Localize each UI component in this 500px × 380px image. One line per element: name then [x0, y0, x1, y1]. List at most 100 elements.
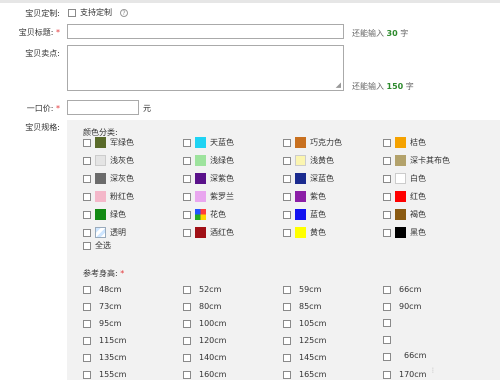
size-option[interactable]: 85cm: [283, 302, 321, 311]
size-checkbox[interactable]: [183, 353, 191, 362]
color-option[interactable]: 浅灰色: [83, 155, 134, 166]
color-checkbox[interactable]: [283, 138, 291, 147]
size-option[interactable]: 160cm: [183, 370, 226, 379]
size-checkbox[interactable]: [283, 353, 291, 362]
size-checkbox[interactable]: [83, 336, 91, 345]
color-option[interactable]: 深蓝色: [283, 173, 334, 184]
size-checkbox[interactable]: [83, 319, 91, 328]
color-checkbox[interactable]: [83, 210, 91, 219]
color-checkbox[interactable]: [383, 156, 391, 165]
size-checkbox[interactable]: [183, 370, 191, 379]
size-checkbox[interactable]: [83, 302, 91, 311]
color-checkbox[interactable]: [283, 228, 291, 237]
size-option[interactable]: 165cm: [283, 370, 326, 379]
size-checkbox[interactable]: [183, 336, 191, 345]
size-checkbox[interactable]: [183, 302, 191, 311]
size-checkbox[interactable]: [283, 319, 291, 328]
color-option[interactable]: 紫罗兰: [183, 191, 234, 202]
color-option[interactable]: 深卡其布色: [383, 155, 450, 166]
size-checkbox[interactable]: [383, 285, 391, 294]
size-option[interactable]: 66cm: [383, 285, 421, 294]
color-checkbox[interactable]: [83, 228, 91, 237]
resize-grip-icon[interactable]: ◢: [336, 81, 341, 89]
size-checkbox[interactable]: [383, 370, 391, 379]
color-option[interactable]: 酒红色: [183, 227, 234, 238]
color-checkbox[interactable]: [83, 192, 91, 201]
color-option[interactable]: 黄色: [283, 227, 326, 238]
size-option[interactable]: 48cm: [83, 285, 121, 294]
size-option[interactable]: 80cm: [183, 302, 221, 311]
color-checkbox[interactable]: [183, 192, 191, 201]
question-circle-icon[interactable]: ?: [120, 8, 128, 17]
size-checkbox[interactable]: [383, 302, 391, 311]
size-option[interactable]: 105cm: [283, 319, 326, 328]
size-checkbox[interactable]: [283, 302, 291, 311]
title-input[interactable]: [67, 24, 344, 39]
size-option[interactable]: 155cm: [83, 370, 126, 379]
size-checkbox[interactable]: [283, 285, 291, 294]
color-option[interactable]: 桔色: [383, 137, 426, 148]
color-option[interactable]: 白色: [383, 173, 426, 184]
size-checkbox[interactable]: [383, 336, 391, 344]
size-option[interactable]: 73cm: [83, 302, 121, 311]
size-option[interactable]: 145cm: [283, 353, 326, 362]
size-option[interactable]: 115cm: [83, 336, 126, 345]
color-checkbox[interactable]: [183, 228, 191, 237]
color-option[interactable]: 透明: [83, 227, 126, 238]
price-input[interactable]: [67, 100, 139, 115]
size-option[interactable]: 135cm: [83, 353, 126, 362]
color-checkbox[interactable]: [383, 210, 391, 219]
size-checkbox[interactable]: [83, 285, 91, 294]
color-checkbox[interactable]: [283, 192, 291, 201]
color-option[interactable]: 浅黄色: [283, 155, 334, 166]
color-option[interactable]: 浅绿色: [183, 155, 234, 166]
size-option[interactable]: 95cm: [83, 319, 121, 328]
color-checkbox[interactable]: [83, 138, 91, 147]
color-option[interactable]: 紫色: [283, 191, 326, 202]
size-option-extra[interactable]: 66cm: [404, 351, 426, 360]
color-checkbox[interactable]: [183, 174, 191, 183]
size-checkbox[interactable]: [283, 336, 291, 345]
color-option[interactable]: 绿色: [83, 209, 126, 220]
color-checkbox[interactable]: [283, 210, 291, 219]
color-checkbox[interactable]: [183, 210, 191, 219]
color-option[interactable]: 军绿色: [83, 137, 134, 148]
custom-checkbox[interactable]: [68, 8, 76, 17]
size-option[interactable]: 59cm: [283, 285, 321, 294]
color-checkbox[interactable]: [283, 156, 291, 165]
color-checkbox[interactable]: [383, 138, 391, 147]
size-checkbox[interactable]: [183, 319, 191, 328]
color-checkbox[interactable]: [283, 174, 291, 183]
color-option[interactable]: 黑色: [383, 227, 426, 238]
select-all-option[interactable]: 全选: [83, 240, 111, 251]
size-option[interactable]: 100cm: [183, 319, 226, 328]
color-option[interactable]: 深灰色: [83, 173, 134, 184]
color-checkbox[interactable]: [83, 156, 91, 165]
color-checkbox[interactable]: [383, 174, 391, 183]
color-option[interactable]: 蓝色: [283, 209, 326, 220]
size-checkbox[interactable]: [83, 353, 91, 362]
size-checkbox[interactable]: [383, 353, 391, 361]
color-checkbox[interactable]: [183, 156, 191, 165]
color-option[interactable]: 天蓝色: [183, 137, 234, 148]
selling-textarea[interactable]: ◢: [67, 45, 344, 91]
size-checkbox[interactable]: [183, 285, 191, 294]
size-checkbox[interactable]: [283, 370, 291, 379]
size-option[interactable]: 120cm: [183, 336, 226, 345]
size-checkbox[interactable]: [383, 319, 391, 327]
color-option[interactable]: 花色: [183, 209, 226, 220]
size-option[interactable]: 140cm: [183, 353, 226, 362]
color-option[interactable]: 粉红色: [83, 191, 134, 202]
size-option[interactable]: [383, 336, 399, 344]
size-option[interactable]: [383, 353, 399, 361]
color-checkbox[interactable]: [383, 192, 391, 201]
custom-option[interactable]: 支持定制 ?: [68, 7, 128, 18]
size-option[interactable]: 170cm: [383, 370, 426, 379]
color-checkbox[interactable]: [183, 138, 191, 147]
select-all-checkbox[interactable]: [83, 241, 91, 250]
size-checkbox[interactable]: [83, 370, 91, 379]
color-checkbox[interactable]: [383, 228, 391, 237]
color-option[interactable]: 红色: [383, 191, 426, 202]
color-option[interactable]: 巧克力色: [283, 137, 342, 148]
size-option[interactable]: [383, 319, 399, 327]
